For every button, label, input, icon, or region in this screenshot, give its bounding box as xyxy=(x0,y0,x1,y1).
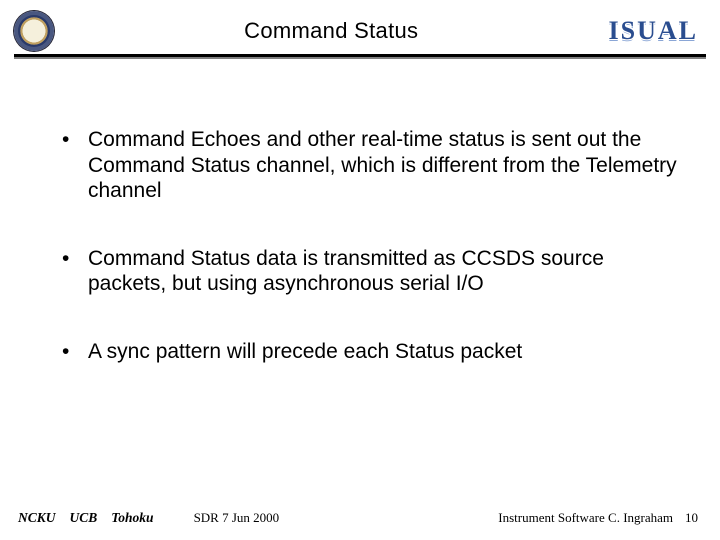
bullet-list: Command Echoes and other real-time statu… xyxy=(60,127,680,365)
institutions: NCKU UCB Tohoku xyxy=(18,510,154,526)
project-brand: ISUAL xyxy=(609,16,698,46)
institution: NCKU xyxy=(18,510,56,526)
bullet-item: Command Echoes and other real-time statu… xyxy=(60,127,680,204)
bullet-item: Command Status data is transmitted as CC… xyxy=(60,246,680,297)
page-number: 10 xyxy=(685,510,698,526)
bullet-item: A sync pattern will precede each Status … xyxy=(60,339,680,365)
slide-content: Command Echoes and other real-time statu… xyxy=(0,57,720,365)
institution: UCB xyxy=(70,510,98,526)
slide-title: Command Status xyxy=(54,18,609,44)
author-label: Instrument Software C. Ingraham xyxy=(498,510,673,526)
slide-header: Command Status ISUAL xyxy=(0,0,720,54)
event-label: SDR 7 Jun 2000 xyxy=(194,510,280,526)
university-seal-icon xyxy=(14,11,54,51)
institution: Tohoku xyxy=(111,510,153,526)
slide-footer: NCKU UCB Tohoku SDR 7 Jun 2000 Instrumen… xyxy=(0,510,720,526)
